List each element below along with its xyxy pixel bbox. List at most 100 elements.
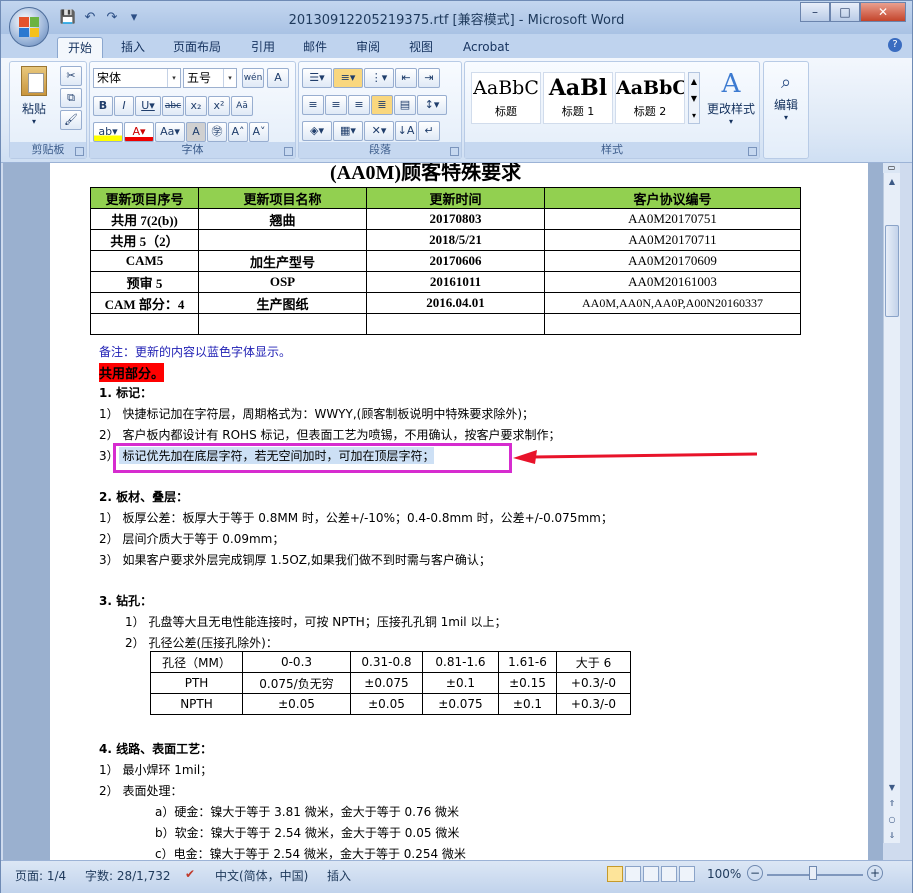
- table-cell: PTH: [150, 672, 243, 694]
- font-family-select[interactable]: 宋体 ▾: [93, 68, 181, 88]
- status-mode[interactable]: 插入: [327, 867, 351, 884]
- format-painter-icon[interactable]: 🖌: [60, 110, 82, 130]
- font-group: 宋体 ▾ 五号 ▾ wén A B I U▾ abc x₂ x² Aā ab▾ A▾…: [89, 61, 296, 159]
- clipboard-launcher-icon[interactable]: [75, 147, 84, 156]
- shading-icon[interactable]: ◈▾: [302, 121, 332, 141]
- maximize-button[interactable]: □: [830, 2, 860, 22]
- decrease-indent-icon[interactable]: ⇤: [395, 68, 417, 88]
- status-words[interactable]: 字数: 28/1,732: [85, 867, 171, 884]
- increase-indent-icon[interactable]: ⇥: [418, 68, 440, 88]
- styles-group-label: 样式: [465, 142, 759, 158]
- editing-group: ⌕ 编辑 ▾: [763, 61, 809, 159]
- font-size-select[interactable]: 五号 ▾: [183, 68, 237, 88]
- scroll-down-icon[interactable]: ▼: [885, 781, 899, 795]
- table-cell: ±0.1: [422, 672, 499, 694]
- table-cell: NPTH: [150, 693, 243, 715]
- justify-icon[interactable]: ≣: [371, 95, 393, 115]
- outline-icon[interactable]: [661, 866, 677, 882]
- web-layout-icon[interactable]: [643, 866, 659, 882]
- show-marks-icon[interactable]: ↵: [418, 121, 440, 141]
- help-icon[interactable]: ?: [888, 38, 902, 52]
- zoom-out-icon[interactable]: −: [747, 865, 763, 881]
- line-spacing-icon[interactable]: ↕▾: [417, 95, 447, 115]
- font-color-icon[interactable]: A▾: [124, 122, 154, 142]
- styles-group: AaBbC 标题 AaBl 标题 1 AaBbC 标题 2 ▲ ▼ ▾ A 更改样式…: [464, 61, 760, 159]
- highlight-icon[interactable]: ab▾: [93, 122, 123, 142]
- distributed-icon[interactable]: ▤: [394, 95, 416, 115]
- status-page[interactable]: 页面: 1/4: [15, 867, 66, 884]
- zoom-in-icon[interactable]: +: [867, 865, 883, 881]
- draft-icon[interactable]: [679, 866, 695, 882]
- section2-item: 1） 板厚公差：板厚大于等于 0.8MM 时，公差+/-10%；0.4-0.8m…: [99, 511, 613, 525]
- multilevel-list-icon[interactable]: ⋮▾: [364, 68, 394, 88]
- change-case-icon[interactable]: Aa▾: [155, 122, 185, 142]
- grow-font-icon[interactable]: A˄: [228, 122, 248, 142]
- font-launcher-icon[interactable]: [284, 147, 293, 156]
- tab-acrobat[interactable]: Acrobat: [453, 37, 519, 58]
- change-styles-button[interactable]: A 更改样式 ▾: [703, 68, 759, 126]
- copy-icon[interactable]: ⧉: [60, 88, 82, 108]
- section4-item: 1） 最小焊环 1mil；: [99, 763, 213, 777]
- align-right-icon[interactable]: ≡: [348, 95, 370, 115]
- style-heading1[interactable]: AaBl 标题 1: [543, 72, 613, 124]
- tab-view[interactable]: 视图: [399, 37, 443, 58]
- tab-home[interactable]: 开始: [57, 37, 104, 58]
- clear-formatting-icon[interactable]: Aā: [231, 96, 253, 116]
- numbering-icon[interactable]: ≡▾: [333, 68, 363, 88]
- office-button[interactable]: [9, 7, 49, 47]
- document-page[interactable]: (AA0M)顾客特殊要求 更新项目序号 更新项目名称 更新时间 客户协议编号 共…: [50, 163, 868, 860]
- italic-icon[interactable]: I: [114, 96, 134, 116]
- shrink-font-icon[interactable]: A˅: [249, 122, 269, 142]
- styles-launcher-icon[interactable]: [748, 147, 757, 156]
- bullets-icon[interactable]: ☰▾: [302, 68, 332, 88]
- title-bar: 💾 ↶ ↷ ▾ 20130912205219375.rtf [兼容模式] - M…: [1, 1, 912, 34]
- tab-review[interactable]: 审阅: [346, 37, 390, 58]
- tab-mailings[interactable]: 邮件: [293, 37, 337, 58]
- underline-icon[interactable]: U▾: [135, 96, 161, 116]
- scroll-thumb[interactable]: [885, 225, 899, 317]
- style-heading2[interactable]: AaBbC 标题 2: [615, 72, 685, 124]
- minimize-button[interactable]: –: [800, 2, 830, 22]
- sort-icon[interactable]: ↓A: [395, 121, 417, 141]
- subscript-icon[interactable]: x₂: [185, 96, 207, 116]
- cut-icon[interactable]: ✂: [60, 66, 82, 86]
- align-center-icon[interactable]: ≡: [325, 95, 347, 115]
- character-border-icon[interactable]: A: [267, 68, 289, 88]
- tab-insert[interactable]: 插入: [111, 37, 155, 58]
- editing-button[interactable]: ⌕ 编辑 ▾: [766, 70, 806, 122]
- tab-page-layout[interactable]: 页面布局: [163, 37, 231, 58]
- paragraph-list-row: ☰▾ ≡▾ ⋮▾ ⇤ ⇥: [302, 68, 440, 88]
- paste-icon: [21, 66, 47, 96]
- tab-references[interactable]: 引用: [241, 37, 285, 58]
- browse-object-icon[interactable]: ○: [885, 813, 899, 827]
- print-layout-icon[interactable]: [607, 866, 623, 882]
- paste-button[interactable]: 粘贴 ▾: [14, 66, 54, 126]
- chinese-layout-icon[interactable]: ✕▾: [364, 121, 394, 141]
- borders-icon[interactable]: ▦▾: [333, 121, 363, 141]
- styles-scroll[interactable]: ▲ ▼ ▾: [688, 72, 700, 124]
- update-header-cell: 更新时间: [366, 187, 545, 209]
- vertical-scrollbar[interactable]: ▲ ▼ ⇑ ○ ⇓: [883, 173, 900, 843]
- table-cell: ±0.15: [498, 672, 557, 694]
- close-button[interactable]: ✕: [860, 2, 906, 22]
- style-title[interactable]: AaBbC 标题: [471, 72, 541, 124]
- style-title-sample: AaBbC: [473, 77, 539, 99]
- status-language[interactable]: 中文(简体，中国): [215, 867, 308, 884]
- superscript-icon[interactable]: x²: [208, 96, 230, 116]
- phonetic-guide-icon[interactable]: wén: [242, 68, 264, 88]
- character-shading-icon[interactable]: A: [186, 122, 206, 142]
- ruler-toggle-icon[interactable]: ▭: [883, 163, 900, 173]
- proofing-icon[interactable]: ✔: [185, 867, 195, 881]
- bold-icon[interactable]: B: [93, 96, 113, 116]
- scroll-up-icon[interactable]: ▲: [885, 175, 899, 189]
- align-left-icon[interactable]: ≡: [302, 95, 324, 115]
- table-cell: 2016.04.01: [366, 292, 545, 314]
- status-zoom[interactable]: 100%: [707, 867, 741, 881]
- next-page-icon[interactable]: ⇓: [885, 829, 899, 843]
- full-screen-reading-icon[interactable]: [625, 866, 641, 882]
- zoom-slider-thumb[interactable]: [809, 866, 817, 880]
- prev-page-icon[interactable]: ⇑: [885, 797, 899, 811]
- paragraph-launcher-icon[interactable]: [450, 147, 459, 156]
- strikethrough-icon[interactable]: abc: [162, 96, 184, 116]
- enclose-characters-icon[interactable]: ㊫: [207, 122, 227, 142]
